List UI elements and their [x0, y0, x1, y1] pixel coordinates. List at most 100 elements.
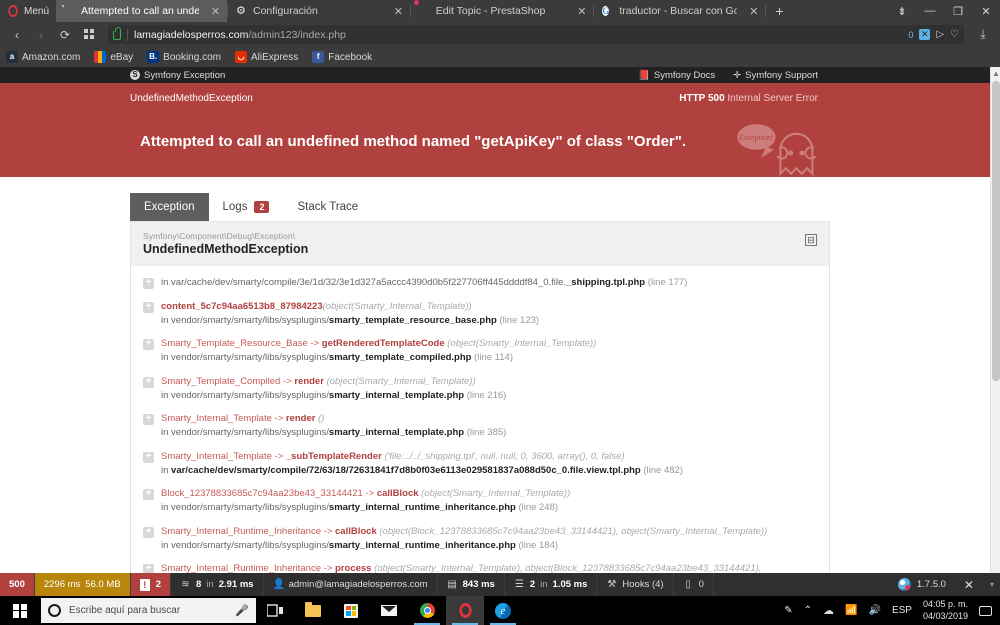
trace-call[interactable]: Smarty_Internal_Template -> render () — [161, 412, 506, 426]
expand-icon[interactable]: + — [143, 451, 154, 463]
chevron-down-icon[interactable]: ▾ — [984, 573, 1000, 596]
browser-tab-1[interactable]: Attempted to call an unde ✕ — [56, 0, 227, 22]
toolbar-alerts[interactable]: ! 2 — [130, 573, 171, 596]
start-button[interactable] — [0, 596, 40, 625]
minus-box-icon[interactable]: ⊟ — [805, 234, 817, 246]
microphone-icon[interactable]: 🎤 — [235, 604, 249, 617]
cloud-icon[interactable]: ☁ — [823, 604, 834, 617]
symfony-docs-link[interactable]: 📕 Symfony Docs — [638, 70, 715, 81]
call-args: () — [318, 413, 325, 425]
edge-icon[interactable]: e — [484, 596, 522, 625]
bookmark-label: Facebook — [328, 51, 373, 63]
download-icon[interactable]: ⤓ — [972, 25, 994, 45]
reload-button[interactable]: ⟳ — [54, 25, 76, 45]
clock[interactable]: 04:05 p. m. 04/03/2019 — [923, 599, 968, 622]
trace-call[interactable]: Smarty_Internal_Runtime_Inheritance -> c… — [161, 525, 767, 539]
browser-tab-4[interactable]: G traductor - Buscar con Go ✕ — [594, 0, 765, 22]
toolbar-cache[interactable]: ▯ 0 — [674, 573, 714, 596]
new-tab-button[interactable]: + — [766, 0, 792, 22]
tab-close-icon[interactable]: ✕ — [393, 5, 404, 18]
trace-call[interactable]: Smarty_Internal_Template -> _subTemplate… — [161, 450, 683, 464]
mail-icon[interactable] — [370, 596, 408, 625]
browser-tab-3[interactable]: Edit Topic - PrestaShop ✕ — [411, 0, 594, 22]
toolbar-user[interactable]: 👤 admin@lamagiadelosperros.com — [264, 573, 438, 596]
scrollbar-thumb[interactable] — [992, 81, 1000, 381]
expand-icon[interactable]: + — [143, 376, 154, 388]
toolbar-database[interactable]: ☰ 2 in 1.05 ms — [505, 573, 598, 596]
toolbar-templates[interactable]: ≋ 8 in 2.91 ms — [171, 573, 264, 596]
tab-menu-icon[interactable]: ⇟ — [888, 5, 916, 18]
wifi-icon[interactable]: 📶 — [845, 605, 857, 616]
expand-icon[interactable]: + — [143, 339, 154, 351]
back-button[interactable]: ‹ — [6, 25, 28, 45]
bookmark-amazon[interactable]: a Amazon.com — [6, 51, 80, 63]
page-viewport: S Symfony Exception 📕 Symfony Docs ✛ Sym… — [0, 67, 1000, 596]
symfony-logo-icon: S — [130, 70, 140, 80]
bookmark-aliexpress[interactable]: ◡ AliExpress — [234, 51, 298, 63]
call-args: ('file:../../_shipping.tpl', null, null,… — [384, 450, 625, 462]
bookmark-label: Booking.com — [163, 51, 221, 63]
toolbar-hooks[interactable]: ⚒ Hooks (4) — [597, 573, 674, 596]
maximize-button[interactable]: ❐ — [944, 5, 972, 18]
bookmark-booking[interactable]: B. Booking.com — [147, 51, 221, 63]
bookmark-facebook[interactable]: f Facebook — [312, 51, 372, 63]
trace-row: + Smarty_Template_Resource_Base -> getRe… — [131, 333, 829, 371]
tab-exception[interactable]: Exception — [130, 193, 209, 221]
expand-icon[interactable]: + — [143, 301, 154, 313]
toolbar-status-code[interactable]: 500 — [0, 573, 35, 596]
toolbar-duration[interactable]: 2296 ms 56.0 MB — [34, 573, 131, 596]
call-arrow: -> — [271, 413, 286, 425]
notification-icon[interactable] — [979, 605, 992, 616]
tab-close-icon[interactable]: ✕ — [210, 5, 221, 18]
location-line: (line 482) — [643, 464, 683, 476]
toolbar-version[interactable]: 1.7.5.0 — [890, 573, 954, 596]
taskbar-search-input[interactable]: Escribe aquí para buscar 🎤 — [41, 598, 256, 623]
trace-call[interactable]: Block_12378833685c7c94aa23be43_33144421 … — [161, 487, 570, 501]
task-view-icon[interactable] — [256, 596, 294, 625]
call-class: Block_12378833685c7c94aa23be43_33144421 — [161, 488, 363, 500]
expand-icon[interactable]: + — [143, 526, 154, 538]
tab-stack-trace[interactable]: Stack Trace — [283, 193, 373, 221]
opera-menu-button[interactable]: Menú — [0, 0, 56, 22]
location-line: (line 184) — [518, 539, 559, 551]
call-name: callBlock — [376, 488, 419, 500]
forward-button[interactable]: › — [30, 25, 52, 45]
close-window-button[interactable]: ✕ — [972, 5, 1000, 18]
chrome-icon[interactable] — [408, 596, 446, 625]
address-bar[interactable]: lamagiadelosperros.com/admin123/index.ph… — [108, 25, 964, 44]
http-status: HTTP 500 Internal Server Error — [679, 93, 988, 104]
opera-icon[interactable] — [446, 596, 484, 625]
page-scrollbar[interactable]: ▲ ▼ — [990, 67, 1000, 596]
adblock-icon[interactable]: ✕ — [919, 29, 931, 40]
expand-icon[interactable]: + — [143, 489, 154, 501]
language-indicator[interactable]: ESP — [892, 605, 912, 616]
trace-call[interactable]: content_5c7c94aa6513b8_87984223(object(S… — [161, 300, 539, 314]
speaker-icon[interactable]: 🔊 — [868, 605, 880, 616]
trace-call[interactable]: Smarty_Template_Compiled -> render (obje… — [161, 375, 506, 389]
bookmark-ebay[interactable]: eBay — [94, 51, 133, 63]
expand-icon[interactable]: + — [143, 414, 154, 426]
location-prefix: in — [161, 427, 172, 439]
scroll-up-icon[interactable]: ▲ — [991, 67, 1000, 80]
tab-logs[interactable]: Logs 2 — [208, 193, 284, 221]
browser-tab-2[interactable]: ⚙ Configuración ✕ — [228, 0, 410, 22]
symfony-support-link[interactable]: ✛ Symfony Support — [733, 70, 818, 81]
toolbar-close-icon[interactable]: ✕ — [954, 573, 984, 596]
microsoft-store-icon[interactable] — [332, 596, 370, 625]
pen-icon[interactable]: ✎ — [784, 605, 792, 616]
toolbar-forms[interactable]: ▤ 843 ms — [438, 573, 505, 596]
speed-dial-button[interactable] — [78, 25, 100, 45]
location-prefix: in — [161, 277, 172, 288]
warning-icon: ! — [139, 578, 150, 591]
trace-call[interactable]: Smarty_Template_Resource_Base -> getRend… — [161, 337, 596, 351]
document-icon — [64, 5, 76, 17]
expand-icon[interactable]: + — [143, 278, 154, 289]
tab-close-icon[interactable]: ✕ — [576, 5, 587, 18]
heart-icon[interactable]: ♡ — [950, 29, 959, 40]
file-explorer-icon[interactable] — [294, 596, 332, 625]
minimize-button[interactable]: — — [916, 5, 944, 17]
share-icon[interactable]: ▷ — [936, 29, 944, 40]
chevron-up-icon[interactable]: ⌃ — [804, 605, 812, 616]
tab-close-icon[interactable]: ✕ — [748, 5, 759, 18]
ebay-icon — [94, 51, 107, 63]
